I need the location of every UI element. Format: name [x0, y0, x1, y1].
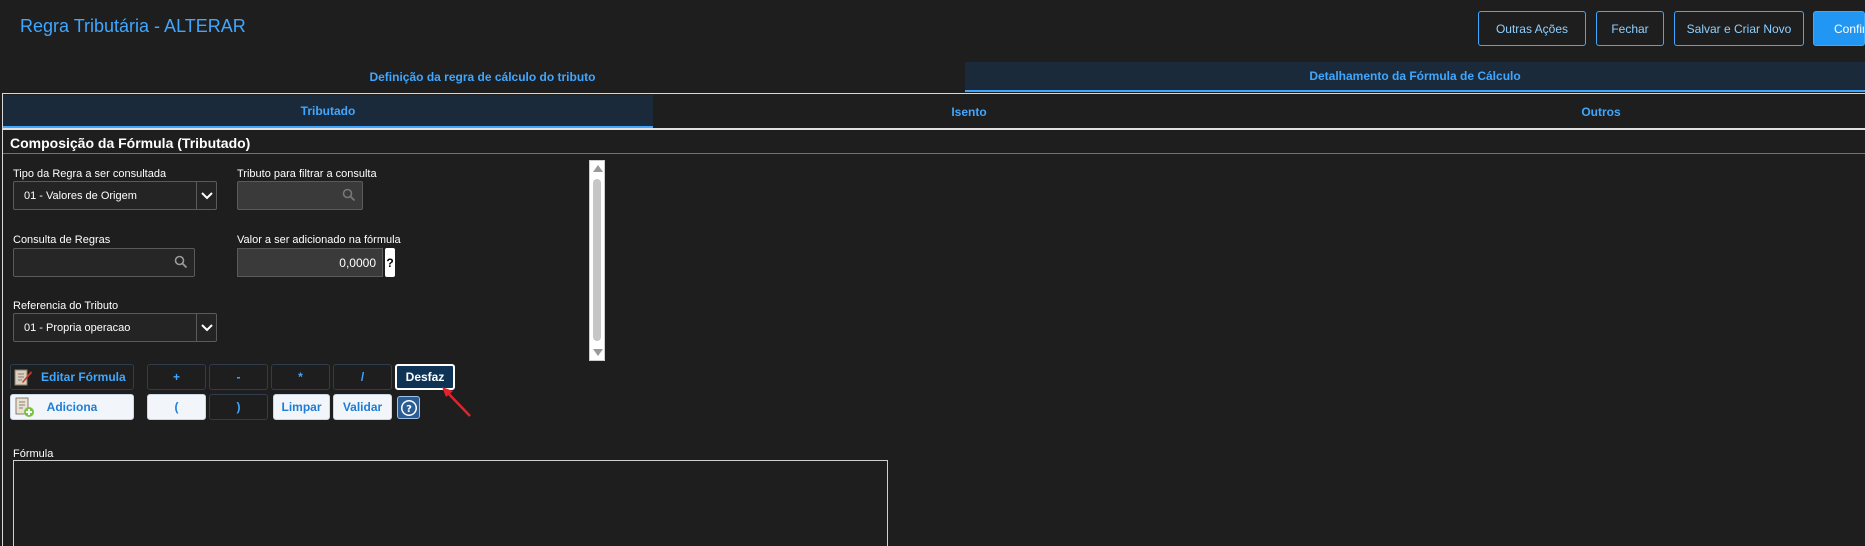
annotation-arrow-icon	[442, 387, 471, 417]
multiply-button[interactable]: *	[271, 364, 330, 390]
valor-adicionado-label: Valor a ser adicionado na fórmula	[237, 234, 401, 246]
editar-formula-label: Editar Fórmula	[41, 370, 126, 384]
scroll-down-icon[interactable]	[593, 349, 603, 356]
svg-text:?: ?	[406, 404, 412, 415]
tipo-regra-label: Tipo da Regra a ser consultada	[13, 168, 167, 180]
scroll-up-icon[interactable]	[593, 165, 603, 172]
close-paren-button[interactable]: )	[209, 394, 268, 420]
formula-label: Fórmula	[13, 448, 54, 460]
open-paren-button[interactable]: (	[147, 394, 206, 420]
limpar-button[interactable]: Limpar	[273, 394, 330, 420]
search-icon[interactable]	[342, 188, 356, 207]
page-title: Regra Tributária - ALTERAR	[20, 16, 246, 36]
adiciona-button[interactable]: Adiciona	[10, 394, 134, 420]
add-document-icon	[13, 396, 35, 418]
sub-tabs: Tributado Isento Outros	[3, 95, 1865, 128]
formula-textarea[interactable]	[13, 460, 888, 546]
divide-button[interactable]: /	[333, 364, 392, 390]
minus-button[interactable]: -	[209, 364, 268, 390]
outras-acoes-button[interactable]: Outras Ações	[1478, 11, 1586, 46]
tipo-regra-value: 01 - Valores de Origem	[24, 189, 137, 202]
tab-isento[interactable]: Isento	[653, 95, 1285, 128]
chevron-down-icon[interactable]	[196, 182, 216, 209]
tab-detalhamento-formula[interactable]: Detalhamento da Fórmula de Cálculo	[965, 62, 1865, 92]
tributo-filtro-label: Tributo para filtrar a consulta	[237, 168, 377, 180]
scroll-thumb[interactable]	[593, 179, 601, 341]
adiciona-label: Adiciona	[46, 400, 98, 414]
fechar-button[interactable]: Fechar	[1596, 11, 1664, 46]
referencia-tributo-label: Referencia do Tributo	[13, 300, 119, 312]
section-divider	[3, 153, 1865, 154]
chevron-down-icon[interactable]	[196, 314, 216, 341]
plus-button[interactable]: +	[147, 364, 206, 390]
main-tabs: Definição da regra de cálculo do tributo…	[0, 62, 1865, 92]
tab-outros[interactable]: Outros	[1285, 95, 1865, 128]
form-scrollbar[interactable]	[589, 160, 605, 361]
tab-tributado[interactable]: Tributado	[3, 95, 653, 128]
confirmar-button[interactable]: Confirm	[1813, 11, 1865, 46]
consulta-regras-label: Consulta de Regras	[13, 234, 111, 246]
validar-button[interactable]: Validar	[333, 394, 392, 420]
tributo-filtro-input[interactable]	[237, 181, 363, 210]
valor-adicionado-input[interactable]: 0,0000	[237, 248, 383, 277]
help-icon[interactable]: ?	[397, 396, 420, 419]
section-title: Composição da Fórmula (Tributado)	[10, 135, 251, 151]
search-icon[interactable]	[174, 255, 188, 274]
consulta-regras-input[interactable]	[13, 248, 195, 277]
editar-formula-button[interactable]: Editar Fórmula	[10, 364, 134, 390]
salvar-criar-novo-button[interactable]: Salvar e Criar Novo	[1674, 11, 1804, 46]
tipo-regra-select[interactable]: 01 - Valores de Origem	[13, 181, 217, 210]
valor-help-button[interactable]: ?	[385, 248, 395, 277]
referencia-tributo-select[interactable]: 01 - Propria operacao	[13, 313, 217, 342]
sub-tabs-divider	[3, 128, 1865, 130]
tab-definicao-regra[interactable]: Definição da regra de cálculo do tributo	[0, 62, 965, 92]
referencia-tributo-value: 01 - Propria operacao	[24, 321, 131, 334]
edit-formula-icon	[13, 367, 33, 387]
